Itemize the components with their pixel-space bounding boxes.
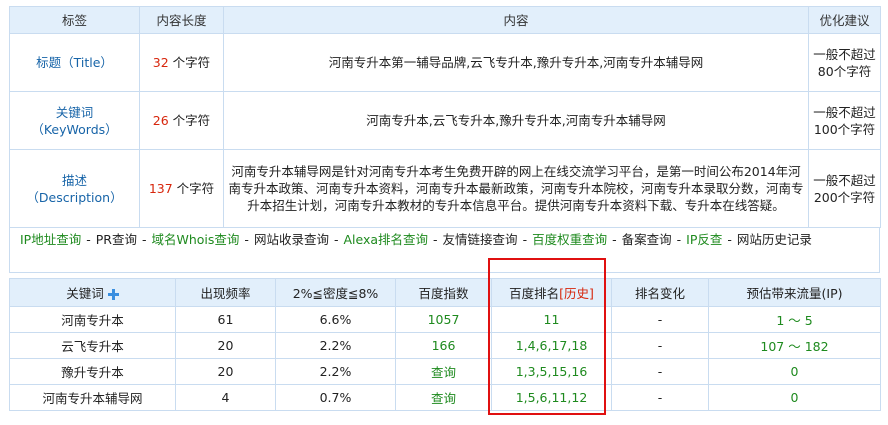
header-keyword-label: 关键词 (66, 286, 104, 301)
keywords-count: 26 (152, 113, 169, 128)
header-tag: 标签 (9, 6, 140, 34)
keyword-cell: 河南专升本 (9, 306, 176, 333)
header-baidu-index: 百度指数 (395, 278, 492, 307)
header-density: 2%≦密度≦8% (275, 278, 396, 307)
separator: - (333, 232, 339, 247)
index-lookup-link[interactable]: 网站收录查询 (254, 232, 329, 247)
ip-lookup-link[interactable]: IP地址查询 (20, 232, 81, 247)
keyword-row: 豫升专升本 20 2.2% 查询 1,3,5,15,16 - 0 (9, 358, 881, 385)
pr-lookup-link[interactable]: PR查询 (96, 232, 137, 247)
keyword-cell: 豫升专升本 (9, 358, 176, 385)
traffic-cell: 1 ～ 5 (708, 306, 881, 333)
baidu-index-query-link[interactable]: 查询 (395, 358, 492, 385)
baidu-index-query-link[interactable]: 查询 (395, 384, 492, 411)
title-row: 标题（Title） 32 个字符 河南专升本第一辅导品牌,云飞专升本,豫升专升本… (9, 33, 881, 92)
separator: - (676, 232, 682, 247)
title-advice: 一般不超过80个字符 (808, 33, 881, 92)
keyword-cell: 云飞专升本 (9, 332, 176, 359)
frequency-cell: 4 (175, 384, 276, 411)
header-rank-change: 排名变化 (611, 278, 709, 307)
header-baidu-rank: 百度排名[历史] (491, 278, 612, 307)
frequency-cell: 61 (175, 306, 276, 333)
rank-change-cell: - (611, 384, 709, 411)
header-advice: 优化建议 (808, 6, 881, 34)
keywords-length: 26 个字符 (139, 91, 224, 150)
rank-change-cell: - (611, 306, 709, 333)
separator: - (612, 232, 617, 247)
title-label: 标题（Title） (9, 33, 140, 92)
density-cell: 2.2% (275, 332, 396, 359)
separator: - (86, 232, 91, 247)
header-frequency: 出现频率 (175, 278, 276, 307)
separator: - (727, 232, 732, 247)
title-count: 32 (152, 55, 169, 70)
separator: - (141, 232, 147, 247)
header-keyword: 关键词 (9, 278, 176, 307)
keywords-advice: 一般不超过100个字符 (808, 91, 881, 150)
density-cell: 2.2% (275, 358, 396, 385)
description-count: 137 (148, 181, 173, 196)
description-label: 描述 （Description） (9, 149, 140, 228)
rank-change-cell: - (611, 332, 709, 359)
description-content: 河南专升本辅导网是针对河南专升本考生免费开辟的网上在线交流学习平台，是第一时间公… (223, 149, 809, 228)
baidu-rank-cell[interactable]: 11 (491, 306, 612, 333)
keywords-row: 关键词 （KeyWords） 26 个字符 河南专升本,云飞专升本,豫升专升本,河… (9, 91, 881, 150)
alexa-lookup-link[interactable]: Alexa排名查询 (343, 232, 428, 247)
keyword-cell: 河南专升本辅导网 (9, 384, 176, 411)
baidu-rank-cell[interactable]: 1,4,6,17,18 (491, 332, 612, 359)
separator: - (244, 232, 249, 247)
baidu-index-cell[interactable]: 166 (395, 332, 492, 359)
keywords-unit: 个字符 (168, 113, 211, 128)
keyword-row: 河南专升本 61 6.6% 1057 11 - 1 ～ 5 (9, 306, 881, 333)
add-keyword-icon[interactable] (107, 289, 119, 300)
title-length: 32 个字符 (139, 33, 224, 92)
description-unit: 个字符 (172, 181, 215, 196)
frequency-cell: 20 (175, 358, 276, 385)
keyword-row: 云飞专升本 20 2.2% 166 1,4,6,17,18 - 107 ～ 18… (9, 332, 881, 359)
separator: - (433, 232, 438, 247)
description-length: 137 个字符 (139, 149, 224, 228)
description-row: 描述 （Description） 137 个字符 河南专升本辅导网是针对河南专升本… (9, 149, 881, 228)
separator: - (522, 232, 528, 247)
header-traffic: 预估带来流量(IP) (708, 278, 881, 307)
tool-links-bar: IP地址查询 - PR查询 - 域名Whois查询 - 网站收录查询 - Alexa排名查询 - 友… (9, 228, 880, 273)
header-baidu-rank-label: 百度排名 (509, 286, 560, 301)
keyword-table-header: 关键词 出现频率 2%≦密度≦8% 百度指数 百度排名[历史] 排名变化 预估带… (9, 278, 881, 307)
header-length: 内容长度 (139, 6, 224, 34)
keyword-row: 河南专升本辅导网 4 0.7% 查询 1,5,6,11,12 - 0 (9, 384, 881, 411)
header-content: 内容 (223, 6, 809, 34)
density-cell: 0.7% (275, 384, 396, 411)
baidu-index-cell[interactable]: 1057 (395, 306, 492, 333)
seo-table-header: 标签 内容长度 内容 优化建议 (9, 6, 881, 34)
baidu-weight-link[interactable]: 百度权重查询 (532, 232, 607, 247)
seo-info-table: 标签 内容长度 内容 优化建议 标题（Title） 32 个字符 河南专升本第一… (9, 6, 881, 228)
baidu-rank-cell[interactable]: 1,5,6,11,12 (491, 384, 612, 411)
history-record-link[interactable]: 网站历史记录 (737, 232, 812, 247)
title-unit: 个字符 (168, 55, 211, 70)
rank-history-link[interactable]: [历史] (559, 286, 594, 301)
density-cell: 6.6% (275, 306, 396, 333)
keywords-label: 关键词 （KeyWords） (9, 91, 140, 150)
ip-reverse-link[interactable]: IP反查 (686, 232, 722, 247)
keywords-content: 河南专升本,云飞专升本,豫升专升本,河南专升本辅导网 (223, 91, 809, 150)
traffic-cell: 0 (708, 358, 881, 385)
traffic-cell: 107 ～ 182 (708, 332, 881, 359)
icp-lookup-link[interactable]: 备案查询 (622, 232, 672, 247)
whois-lookup-link[interactable]: 域名Whois查询 (152, 232, 240, 247)
friend-link-lookup-link[interactable]: 友情链接查询 (443, 232, 518, 247)
keywords-label-line2: （KeyWords） (31, 121, 118, 137)
traffic-cell: 0 (708, 384, 881, 411)
keyword-table: 关键词 出现频率 2%≦密度≦8% 百度指数 百度排名[历史] 排名变化 预估带… (9, 278, 881, 411)
rank-change-cell: - (611, 358, 709, 385)
description-label-line2: （Description） (26, 189, 123, 205)
frequency-cell: 20 (175, 332, 276, 359)
description-advice: 一般不超过200个字符 (808, 149, 881, 228)
keywords-label-line1: 关键词 (55, 104, 94, 120)
baidu-rank-cell[interactable]: 1,3,5,15,16 (491, 358, 612, 385)
title-content: 河南专升本第一辅导品牌,云飞专升本,豫升专升本,河南专升本辅导网 (223, 33, 809, 92)
description-label-line1: 描述 (61, 172, 87, 188)
